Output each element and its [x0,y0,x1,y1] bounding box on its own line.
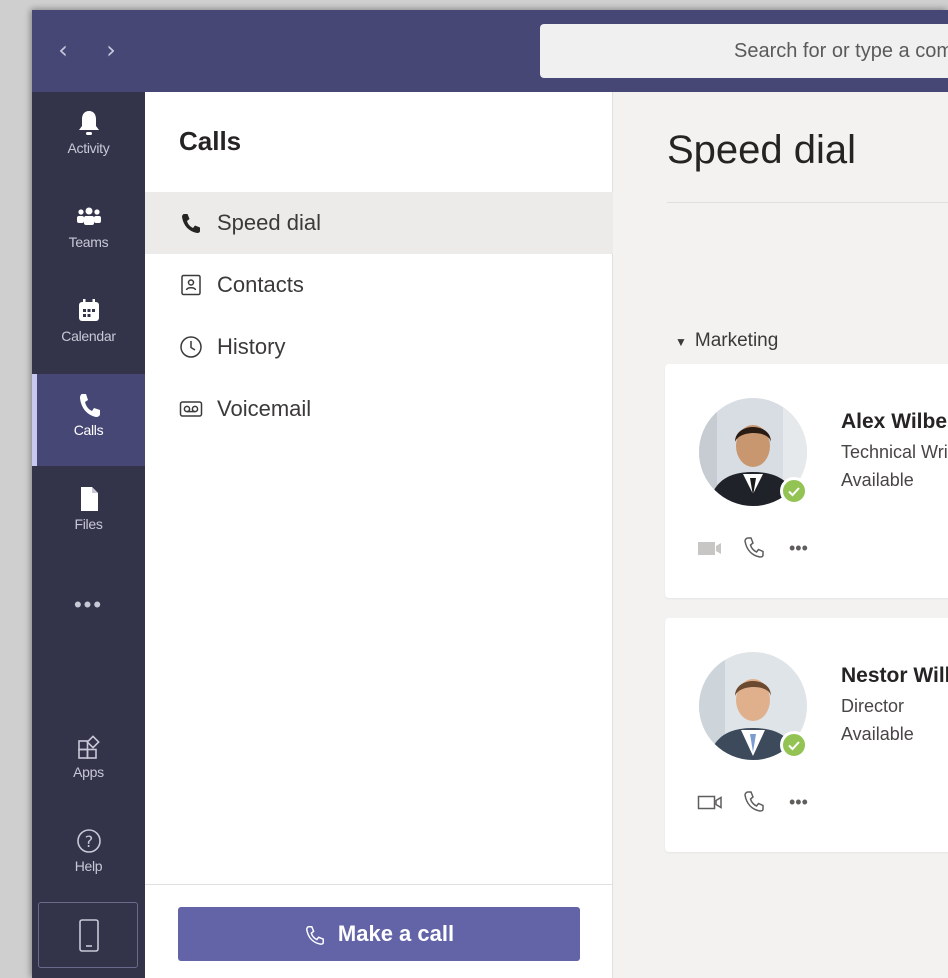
contact-card[interactable]: Nestor Wilke Director Available ••• [665,618,948,852]
checkmark-icon [788,487,800,497]
speed-dial-main: Speed dial ▼ Marketing Alex Wilber Techn… [613,92,948,978]
nav-item-contacts[interactable]: Contacts [145,254,613,316]
svg-text:?: ? [84,832,93,851]
clock-icon [180,336,202,358]
contact-job-title: Technical Writer [841,442,948,462]
teams-icon [76,207,101,225]
mobile-app-button[interactable] [38,902,138,968]
appbar-label: Calls [73,422,104,438]
audio-call-icon[interactable] [739,788,771,816]
file-icon [80,487,98,511]
forward-button[interactable]: › [100,36,122,64]
group-label: Marketing [694,330,779,351]
group-header-marketing[interactable]: ▼ Marketing [675,330,778,352]
nav-item-voicemail[interactable]: Voicemail [145,378,613,440]
teams-window: ‹ › Search for or type a command Activit… [32,10,948,978]
appbar-label: Calendar [61,328,116,344]
appbar-label: Teams [68,234,109,250]
bell-icon [78,111,99,135]
calls-panel: Calls Speed dial Contacts History Voicem… [145,92,613,978]
phone-icon [182,214,200,233]
voicemail-icon [179,401,203,417]
contacts-icon [181,274,201,296]
checkmark-icon [788,741,800,751]
appbar-item-calls[interactable]: Calls [32,374,145,466]
nav-item-label: Voicemail [217,396,312,421]
appbar-label: Apps [73,764,104,780]
help-icon: ? [76,829,101,853]
contact-status: Available [841,724,914,744]
presence-available-indicator [780,477,808,505]
more-apps-button[interactable]: ••• [32,592,145,618]
divider [667,202,948,203]
appbar-item-teams[interactable]: Teams [32,186,145,278]
calendar-icon [78,299,99,321]
make-a-call-label: Make a call [337,921,455,946]
search-input[interactable]: Search for or type a command [540,24,948,78]
appbar-item-files[interactable]: Files [32,468,145,560]
appbar-item-apps[interactable]: Apps [32,716,145,808]
title-bar: ‹ › Search for or type a command [32,10,948,92]
panel-title: Calls [179,126,242,156]
presence-available-indicator [780,731,808,759]
nav-item-history[interactable]: History [145,316,613,378]
appbar-item-calendar[interactable]: Calendar [32,280,145,372]
nav-item-speed-dial[interactable]: Speed dial [145,192,613,254]
contact-status: Available [841,470,914,490]
phone-outline-icon [305,926,324,945]
appbar-item-activity[interactable]: Activity [32,92,145,184]
more-options-button[interactable]: ••• [789,534,821,562]
contact-name: Nestor Wilke [841,664,948,687]
caret-down-icon: ▼ [675,335,687,349]
back-button[interactable]: ‹ [52,36,74,64]
appbar-label: Help [74,858,103,874]
video-call-icon[interactable] [697,534,729,562]
appbar-item-help[interactable]: ? Help [32,810,145,902]
nav-item-label: Speed dial [217,210,321,235]
make-call-area: Make a call [145,884,613,978]
appbar-label: Activity [67,140,110,156]
page-title: Speed dial [667,128,857,172]
make-a-call-button[interactable]: Make a call [178,907,580,961]
mobile-phone-icon [79,919,99,952]
video-call-icon[interactable] [697,788,729,816]
more-options-button[interactable]: ••• [789,788,821,816]
contact-job-title: Director [841,696,905,716]
nav-item-label: History [217,334,286,359]
nav-item-label: Contacts [217,272,304,297]
app-bar: Activity Teams Calendar Calls Files ••• … [32,92,145,978]
appbar-label: Files [74,516,103,532]
apps-icon [77,735,100,759]
contact-name: Alex Wilber [841,410,948,433]
audio-call-icon[interactable] [739,534,771,562]
phone-icon [79,394,100,417]
contact-card[interactable]: Alex Wilber Technical Writer Available •… [665,364,948,598]
